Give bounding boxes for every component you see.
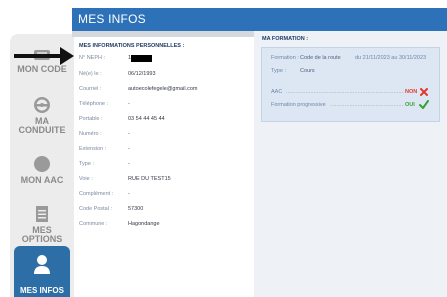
document-icon [36,206,48,222]
checkmark-icon [419,100,429,109]
aac-label: AAC [271,89,283,95]
aac-icon [34,156,50,172]
formation-label: Formation : [271,55,299,61]
progressive-status: OUI [405,102,415,108]
info-key: Portable : [79,116,103,122]
info-value: 06/12/1993 [128,71,156,77]
sidebar-item-label: MON AAC [20,175,64,185]
arrow-annotation-icon [14,47,74,65]
redaction-bar [131,55,152,62]
info-value: 03 54 44 45 44 [128,116,165,122]
aac-status: NON [405,89,418,95]
info-value: autoecolefegele@gmail.com [128,86,198,92]
type-value: Cours [300,68,315,74]
sidebar: MON CODE MA CONDUITE MON AAC MES OPTIONS [0,0,74,297]
steering-wheel-icon [34,97,50,113]
cross-icon [420,88,428,96]
sidebar-item-label: MES INFOS [19,286,64,295]
formation-value: Code de la route [300,55,341,61]
info-key: Courriel : [79,86,102,92]
info-key: Type : [79,161,94,167]
sidebar-item-label-line2: OPTIONS [21,234,63,244]
info-value: 57300 [128,206,144,212]
personal-info-title: MES INFORMATIONS PERSONNELLES : [79,43,185,49]
info-value: - [128,101,130,107]
sidebar-item-mon-aac[interactable]: MON AAC [10,155,74,185]
info-key: Complément : [79,191,114,197]
sidebar-item-mes-infos[interactable]: MES INFOS [14,246,70,297]
sidebar-item-label-line2: CONDUITE [18,125,66,135]
info-value: - [128,191,130,197]
aac-dots: ........................................… [286,89,404,95]
sidebar-item-mes-options[interactable]: MES OPTIONS [10,205,74,244]
user-icon [34,255,50,274]
info-value: Hagondange [128,221,160,227]
info-key: Code Postal : [79,206,113,212]
info-key: Né(e) le : [79,71,102,77]
info-key: Voie : [79,176,93,182]
info-key: Téléphone : [79,101,109,107]
info-key: Extension : [79,146,107,152]
header-bar: MES INFOS [72,8,447,31]
formation-title: MA FORMATION : [262,36,309,42]
type-label: Type : [271,68,286,74]
info-key: Numéro : [79,131,102,137]
info-key: Commune : [79,221,108,227]
sidebar-item-ma-conduite[interactable]: MA CONDUITE [10,96,74,135]
progressive-dots: ........................................… [330,102,404,108]
info-key: N° NEPH : [79,55,106,61]
page-title: MES INFOS [78,12,146,26]
info-value: - [128,131,130,137]
info-value: - [128,146,130,152]
progressive-label: Formation progressive [271,102,326,108]
formation-dates: du 21/11/2023 au 30/11/2023 [355,55,427,61]
info-value: - [128,161,130,167]
info-value: RUE DU TEST15 [128,176,171,182]
